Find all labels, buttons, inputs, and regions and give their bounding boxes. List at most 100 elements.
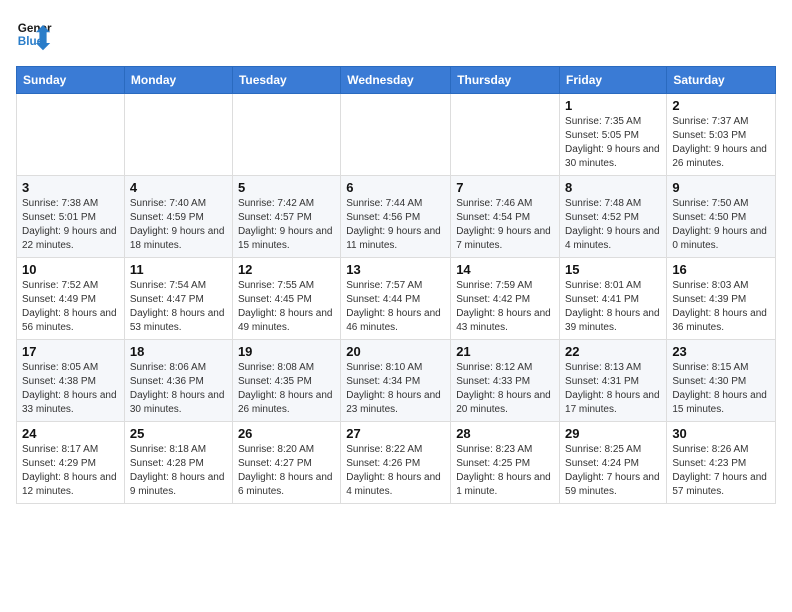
calendar-cell: 30Sunrise: 8:26 AM Sunset: 4:23 PM Dayli… [667,422,776,504]
day-number: 16 [672,262,770,277]
calendar-cell: 12Sunrise: 7:55 AM Sunset: 4:45 PM Dayli… [232,258,340,340]
calendar-cell: 19 Sunrise: 8:08 AM Sunset: 4:35 PM Dayli… [232,340,340,422]
calendar-cell: 10 Sunrise: 7:52 AM Sunset: 4:49 PM Dayli… [17,258,125,340]
day-number: 21 [456,344,554,359]
logo-icon: General Blue [16,16,52,52]
day-number: 19 [238,344,335,359]
calendar-cell: 21 Sunrise: 8:12 AM Sunset: 4:33 PM Dayli… [451,340,560,422]
day-info: Sunrise: 8:15 AM Sunset: 4:30 PM Dayligh… [672,361,770,417]
calendar-cell: 17 Sunrise: 8:05 AM Sunset: 4:38 PM Dayli… [17,340,125,422]
day-info: Sunrise: 8:26 AM Sunset: 4:23 PM Dayligh… [672,443,770,499]
calendar-cell: 22 Sunrise: 8:13 AM Sunset: 4:31 PM Dayli… [560,340,667,422]
calendar-cell [124,94,232,176]
day-info: Sunrise: 7:46 AM Sunset: 4:54 PM Dayligh… [456,197,554,253]
calendar-cell: 24Sunrise: 8:17 AM Sunset: 4:29 PM Dayli… [17,422,125,504]
day-info: Sunrise: 7:50 AM Sunset: 4:50 PM Dayligh… [672,197,770,253]
day-number: 7 [456,180,554,195]
day-number: 17 [22,344,119,359]
day-info: Sunrise: 8:03 AM Sunset: 4:39 PM Dayligh… [672,279,770,335]
day-number: 1 [565,98,661,113]
day-info: Sunrise: 8:12 AM Sunset: 4:33 PM Dayligh… [456,361,554,417]
col-header-monday: Monday [124,67,232,94]
day-info: Sunrise: 7:40 AM Sunset: 4:59 PM Dayligh… [130,197,227,253]
day-info: Sunrise: 8:23 AM Sunset: 4:25 PM Dayligh… [456,443,554,499]
day-number: 2 [672,98,770,113]
col-header-saturday: Saturday [667,67,776,94]
day-number: 29 [565,426,661,441]
day-info: Sunrise: 8:17 AM Sunset: 4:29 PM Dayligh… [22,443,119,499]
day-number: 4 [130,180,227,195]
calendar-week-row: 24Sunrise: 8:17 AM Sunset: 4:29 PM Dayli… [17,422,776,504]
day-info: Sunrise: 7:57 AM Sunset: 4:44 PM Dayligh… [346,279,445,335]
day-number: 8 [565,180,661,195]
calendar-cell: 16 Sunrise: 8:03 AM Sunset: 4:39 PM Dayli… [667,258,776,340]
calendar-cell: 6Sunrise: 7:44 AM Sunset: 4:56 PM Daylig… [341,176,451,258]
day-info: Sunrise: 7:54 AM Sunset: 4:47 PM Dayligh… [130,279,227,335]
svg-text:General: General [18,22,52,35]
day-info: Sunrise: 8:18 AM Sunset: 4:28 PM Dayligh… [130,443,227,499]
day-number: 12 [238,262,335,277]
calendar-cell: 1 Sunrise: 7:35 AM Sunset: 5:05 PM Daylig… [560,94,667,176]
day-info: Sunrise: 8:10 AM Sunset: 4:34 PM Dayligh… [346,361,445,417]
calendar-cell: 27 Sunrise: 8:22 AM Sunset: 4:26 PM Dayli… [341,422,451,504]
day-info: Sunrise: 7:52 AM Sunset: 4:49 PM Dayligh… [22,279,119,335]
calendar-week-row: 1 Sunrise: 7:35 AM Sunset: 5:05 PM Daylig… [17,94,776,176]
calendar-cell: 20 Sunrise: 8:10 AM Sunset: 4:34 PM Dayli… [341,340,451,422]
col-header-sunday: Sunday [17,67,125,94]
day-number: 23 [672,344,770,359]
calendar-cell: 29 Sunrise: 8:25 AM Sunset: 4:24 PM Dayli… [560,422,667,504]
col-header-wednesday: Wednesday [341,67,451,94]
calendar-cell: 5Sunrise: 7:42 AM Sunset: 4:57 PM Daylig… [232,176,340,258]
calendar-header-row: SundayMondayTuesdayWednesdayThursdayFrid… [17,67,776,94]
day-info: Sunrise: 8:22 AM Sunset: 4:26 PM Dayligh… [346,443,445,499]
calendar-cell [17,94,125,176]
day-number: 10 [22,262,119,277]
day-info: Sunrise: 7:37 AM Sunset: 5:03 PM Dayligh… [672,115,770,171]
day-info: Sunrise: 8:05 AM Sunset: 4:38 PM Dayligh… [22,361,119,417]
calendar-cell: 15 Sunrise: 8:01 AM Sunset: 4:41 PM Dayli… [560,258,667,340]
top-area: General Blue [16,16,776,56]
day-number: 27 [346,426,445,441]
day-number: 22 [565,344,661,359]
day-info: Sunrise: 8:01 AM Sunset: 4:41 PM Dayligh… [565,279,661,335]
day-info: Sunrise: 8:25 AM Sunset: 4:24 PM Dayligh… [565,443,661,499]
day-number: 26 [238,426,335,441]
calendar-cell: 23 Sunrise: 8:15 AM Sunset: 4:30 PM Dayli… [667,340,776,422]
day-number: 15 [565,262,661,277]
calendar-cell: 26Sunrise: 8:20 AM Sunset: 4:27 PM Dayli… [232,422,340,504]
day-info: Sunrise: 8:06 AM Sunset: 4:36 PM Dayligh… [130,361,227,417]
calendar-cell: 3 Sunrise: 7:38 AM Sunset: 5:01 PM Daylig… [17,176,125,258]
day-info: Sunrise: 7:42 AM Sunset: 4:57 PM Dayligh… [238,197,335,253]
calendar-cell: 18 Sunrise: 8:06 AM Sunset: 4:36 PM Dayli… [124,340,232,422]
day-number: 20 [346,344,445,359]
calendar-cell: 11 Sunrise: 7:54 AM Sunset: 4:47 PM Dayli… [124,258,232,340]
day-info: Sunrise: 8:08 AM Sunset: 4:35 PM Dayligh… [238,361,335,417]
day-info: Sunrise: 7:38 AM Sunset: 5:01 PM Dayligh… [22,197,119,253]
day-number: 11 [130,262,227,277]
calendar-cell: 28 Sunrise: 8:23 AM Sunset: 4:25 PM Dayli… [451,422,560,504]
col-header-friday: Friday [560,67,667,94]
calendar-cell: 8Sunrise: 7:48 AM Sunset: 4:52 PM Daylig… [560,176,667,258]
day-number: 18 [130,344,227,359]
day-number: 14 [456,262,554,277]
day-number: 6 [346,180,445,195]
day-number: 28 [456,426,554,441]
calendar-cell: 9 Sunrise: 7:50 AM Sunset: 4:50 PM Daylig… [667,176,776,258]
calendar-cell [232,94,340,176]
calendar-cell: 25 Sunrise: 8:18 AM Sunset: 4:28 PM Dayli… [124,422,232,504]
day-info: Sunrise: 7:35 AM Sunset: 5:05 PM Dayligh… [565,115,661,171]
calendar-cell: 7 Sunrise: 7:46 AM Sunset: 4:54 PM Daylig… [451,176,560,258]
day-number: 3 [22,180,119,195]
calendar-week-row: 17 Sunrise: 8:05 AM Sunset: 4:38 PM Dayli… [17,340,776,422]
calendar-week-row: 10 Sunrise: 7:52 AM Sunset: 4:49 PM Dayli… [17,258,776,340]
day-number: 9 [672,180,770,195]
calendar-cell [451,94,560,176]
calendar-cell [341,94,451,176]
calendar-cell: 13Sunrise: 7:57 AM Sunset: 4:44 PM Dayli… [341,258,451,340]
calendar-cell: 14Sunrise: 7:59 AM Sunset: 4:42 PM Dayli… [451,258,560,340]
calendar-cell: 2 Sunrise: 7:37 AM Sunset: 5:03 PM Daylig… [667,94,776,176]
day-number: 25 [130,426,227,441]
day-info: Sunrise: 8:13 AM Sunset: 4:31 PM Dayligh… [565,361,661,417]
logo: General Blue [16,16,56,52]
calendar-table: SundayMondayTuesdayWednesdayThursdayFrid… [16,66,776,504]
